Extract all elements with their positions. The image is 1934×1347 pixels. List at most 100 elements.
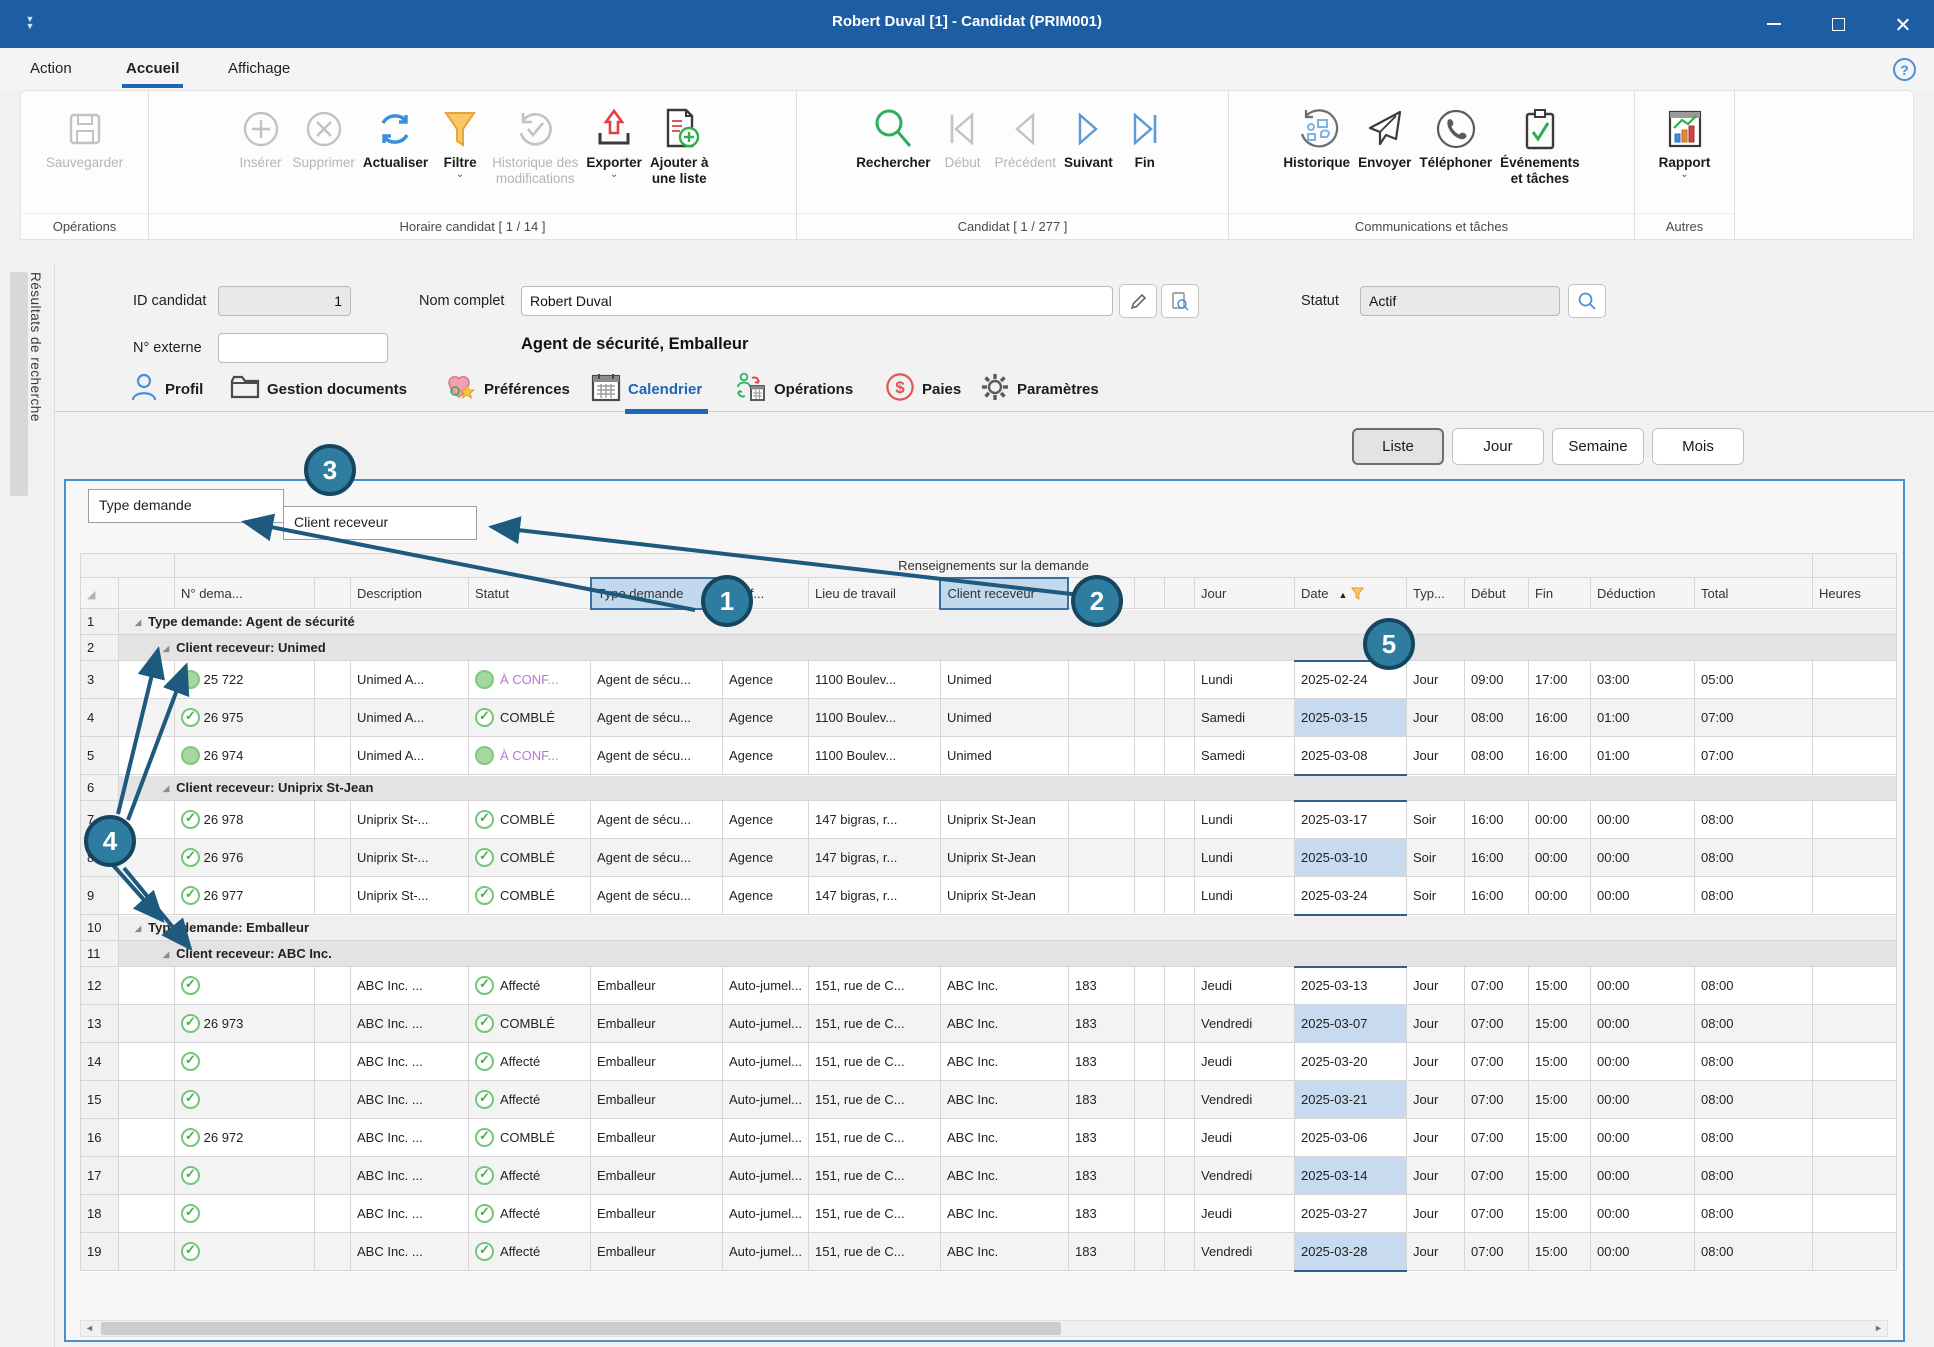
- col-typedem[interactable]: Type demande: [591, 578, 723, 609]
- no-externe-field[interactable]: [218, 333, 388, 363]
- cell-typeaff[interactable]: Auto-jumel...: [723, 1157, 809, 1195]
- view-button-mois[interactable]: Mois: [1652, 428, 1744, 465]
- cell-lieu[interactable]: 151, rue de C...: [808, 967, 940, 1005]
- cell-gap[interactable]: [315, 877, 351, 915]
- group-row[interactable]: 10◢Type demande: Emballeur: [81, 915, 1897, 941]
- cell-ndem[interactable]: 26 976: [175, 839, 315, 877]
- cell-client[interactable]: ABC Inc.: [940, 1233, 1068, 1271]
- cell-heures[interactable]: [1812, 1081, 1896, 1119]
- col-ndem[interactable]: N° dema...: [175, 578, 315, 609]
- cell-fin[interactable]: 15:00: [1528, 1119, 1590, 1157]
- cell-date[interactable]: 2025-03-14: [1294, 1157, 1406, 1195]
- cell-jour[interactable]: Lundi: [1194, 839, 1294, 877]
- cell-be[interactable]: [1068, 801, 1134, 839]
- cell-heures[interactable]: [1812, 967, 1896, 1005]
- row-number[interactable]: 9: [81, 877, 119, 915]
- group-row[interactable]: 2◢Client receveur: Unimed: [81, 635, 1897, 661]
- cell-gap[interactable]: [315, 967, 351, 1005]
- row-number[interactable]: 5: [81, 737, 119, 775]
- cell-typ[interactable]: Jour: [1406, 699, 1464, 737]
- col-be[interactable]: bé: [1068, 578, 1134, 609]
- schedule-row[interactable]: 17 ABC Inc. ...AffectéEmballeurAuto-jume…: [81, 1157, 1897, 1195]
- cell-typeaff[interactable]: Agence: [723, 699, 809, 737]
- group-cell[interactable]: ◢Client receveur: Unimed: [119, 635, 1897, 661]
- cell-jour[interactable]: Jeudi: [1194, 1043, 1294, 1081]
- preview-name-button[interactable]: [1161, 284, 1199, 318]
- col-debut[interactable]: Début: [1464, 578, 1528, 609]
- cell-statut[interactable]: COMBLÉ: [469, 1119, 591, 1157]
- cell-lieu[interactable]: 1100 Boulev...: [808, 737, 940, 775]
- cell-desc[interactable]: Unimed A...: [351, 737, 469, 775]
- cell-debut[interactable]: 08:00: [1464, 699, 1528, 737]
- cell-fin[interactable]: 15:00: [1528, 967, 1590, 1005]
- cell-lieu[interactable]: 151, rue de C...: [808, 1195, 940, 1233]
- cell-gap[interactable]: [315, 1081, 351, 1119]
- cell-indent[interactable]: [119, 967, 175, 1005]
- group-row[interactable]: 6◢Client receveur: Uniprix St-Jean: [81, 775, 1897, 801]
- cell-heures[interactable]: [1812, 1195, 1896, 1233]
- cell-debut[interactable]: 07:00: [1464, 1119, 1528, 1157]
- collapse-icon[interactable]: ◢: [135, 618, 141, 627]
- cell-typeaff[interactable]: Auto-jumel...: [723, 1233, 809, 1271]
- cell-fin[interactable]: 15:00: [1528, 1195, 1590, 1233]
- cell-e1[interactable]: [1134, 1157, 1164, 1195]
- cell-ded[interactable]: 00:00: [1590, 1119, 1694, 1157]
- cell-typ[interactable]: Jour: [1406, 737, 1464, 775]
- cell-ndem[interactable]: 26 972: [175, 1119, 315, 1157]
- cell-be[interactable]: 183: [1068, 1195, 1134, 1233]
- tab-op-rations[interactable]: Opérations: [735, 370, 853, 408]
- schedule-row[interactable]: 12 ABC Inc. ...AffectéEmballeurAuto-jume…: [81, 967, 1897, 1005]
- cell-statut[interactable]: COMBLÉ: [469, 699, 591, 737]
- cell-typ[interactable]: Jour: [1406, 1233, 1464, 1271]
- cell-client[interactable]: Uniprix St-Jean: [940, 839, 1068, 877]
- groupby-client-receveur[interactable]: Client receveur: [283, 506, 477, 540]
- cell-date[interactable]: 2025-03-10: [1294, 839, 1406, 877]
- cell-jour[interactable]: Vendredi: [1194, 1157, 1294, 1195]
- groupby-type-demande[interactable]: Type demande: [88, 489, 284, 523]
- cell-statut[interactable]: Affecté: [469, 967, 591, 1005]
- help-icon[interactable]: ?: [1893, 58, 1916, 81]
- col-heures[interactable]: Heures: [1812, 578, 1896, 609]
- cell-lieu[interactable]: 147 bigras, r...: [808, 839, 940, 877]
- cell-lieu[interactable]: 1100 Boulev...: [808, 699, 940, 737]
- cell-e1[interactable]: [1134, 699, 1164, 737]
- cell-fin[interactable]: 15:00: [1528, 1043, 1590, 1081]
- cell-total[interactable]: 08:00: [1694, 877, 1812, 915]
- cell-heures[interactable]: [1812, 801, 1896, 839]
- schedule-row[interactable]: 3 25 722 Unimed A...À CONF...Agent de sé…: [81, 661, 1897, 699]
- cell-ndem[interactable]: 26 973: [175, 1005, 315, 1043]
- cell-jour[interactable]: Jeudi: [1194, 1195, 1294, 1233]
- cell-e1[interactable]: [1134, 1043, 1164, 1081]
- cell-e2[interactable]: [1164, 1043, 1194, 1081]
- group-cell[interactable]: ◢Type demande: Agent de sécurité: [119, 609, 1897, 635]
- cell-heures[interactable]: [1812, 737, 1896, 775]
- group-cell[interactable]: ◢Client receveur: ABC Inc.: [119, 941, 1897, 967]
- cell-gap[interactable]: [315, 661, 351, 699]
- cell-e1[interactable]: [1134, 1233, 1164, 1271]
- cell-ndem[interactable]: [175, 967, 315, 1005]
- cell-e2[interactable]: [1164, 801, 1194, 839]
- cell-jour[interactable]: Lundi: [1194, 877, 1294, 915]
- cell-date[interactable]: 2025-03-17: [1294, 801, 1406, 839]
- cell-statut[interactable]: COMBLÉ: [469, 801, 591, 839]
- cell-indent[interactable]: [119, 801, 175, 839]
- cell-typ[interactable]: Jour: [1406, 967, 1464, 1005]
- cell-be[interactable]: [1068, 737, 1134, 775]
- cell-date[interactable]: 2025-03-20: [1294, 1043, 1406, 1081]
- cell-indent[interactable]: [119, 1119, 175, 1157]
- cell-debut[interactable]: 16:00: [1464, 877, 1528, 915]
- cell-date[interactable]: 2025-03-07: [1294, 1005, 1406, 1043]
- cell-date[interactable]: 2025-02-24: [1294, 661, 1406, 699]
- cell-e1[interactable]: [1134, 737, 1164, 775]
- cell-indent[interactable]: [119, 839, 175, 877]
- cell-lieu[interactable]: 151, rue de C...: [808, 1005, 940, 1043]
- cell-total[interactable]: 08:00: [1694, 801, 1812, 839]
- cell-gap[interactable]: [315, 801, 351, 839]
- cell-debut[interactable]: 07:00: [1464, 1081, 1528, 1119]
- cell-typ[interactable]: Jour: [1406, 661, 1464, 699]
- col-ded[interactable]: Déduction: [1590, 578, 1694, 609]
- row-number[interactable]: 8: [81, 839, 119, 877]
- cell-typedem[interactable]: Agent de sécu...: [591, 699, 723, 737]
- cell-gap[interactable]: [315, 1005, 351, 1043]
- cell-ndem[interactable]: [175, 1043, 315, 1081]
